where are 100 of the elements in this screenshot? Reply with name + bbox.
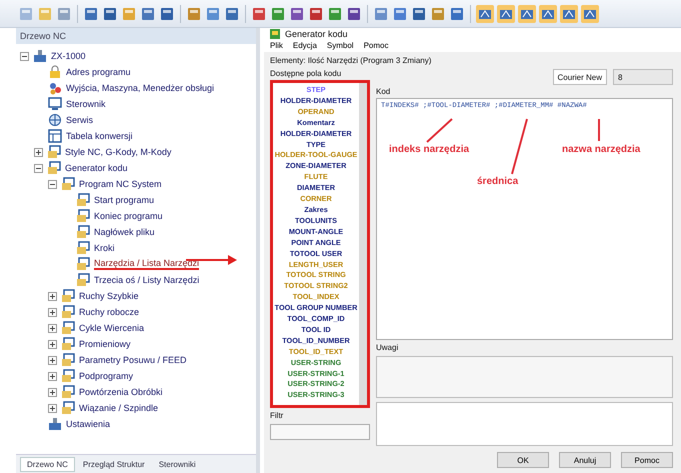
toolbar-tool-icon[interactable] xyxy=(560,4,578,22)
dialog-button[interactable]: Pomoc xyxy=(621,452,673,468)
font-dropdown[interactable]: Courier New xyxy=(552,69,607,85)
expand-icon[interactable] xyxy=(34,148,43,156)
tree-item[interactable]: Start programu xyxy=(94,195,154,205)
tree-item[interactable]: Generator kodu xyxy=(65,163,128,173)
folder-icon xyxy=(76,241,90,255)
tree-item[interactable]: Cykle Wiercenia xyxy=(79,323,144,333)
collapse-icon[interactable] xyxy=(34,164,43,172)
expand-icon[interactable] xyxy=(48,324,57,332)
toolbar-tool-icon[interactable] xyxy=(270,6,286,22)
dialog-button[interactable]: Anuluj xyxy=(559,452,611,468)
menu-item[interactable]: Edycja xyxy=(292,41,317,50)
people-icon xyxy=(48,81,62,95)
menu-item[interactable]: Plik xyxy=(270,41,283,50)
toolbar-tool-icon[interactable] xyxy=(251,6,267,22)
tree-item[interactable]: Narzędzia / Lista Narzędzi xyxy=(94,258,200,270)
tree-item[interactable]: Sterownik xyxy=(66,99,106,109)
toolbar-tool-icon[interactable] xyxy=(581,4,599,22)
machine-icon xyxy=(33,49,47,63)
toolbar-tool-icon[interactable] xyxy=(308,6,324,22)
tree-item[interactable]: Style NC, G-Kody, M-Kody xyxy=(65,147,172,157)
folder-icon xyxy=(61,321,75,335)
window-title: Generator kodu xyxy=(285,28,348,38)
filter-field[interactable] xyxy=(270,424,370,440)
toolbar-tool-icon[interactable] xyxy=(346,6,362,22)
notes-label: Uwagi xyxy=(376,343,400,352)
folder-icon xyxy=(61,369,75,383)
tree-item[interactable]: Tabela konwersji xyxy=(66,131,133,141)
panel-tab[interactable]: Przegląd Struktur xyxy=(76,457,151,472)
tree-item[interactable]: Kroki xyxy=(94,243,115,253)
annotation-label: nazwa narzędzia xyxy=(562,144,640,155)
toolbar-tool-icon[interactable] xyxy=(476,4,494,22)
tree-item[interactable]: Program NC System xyxy=(79,179,162,189)
tree-item[interactable]: Serwis xyxy=(66,115,94,125)
panel-tab[interactable]: Sterowniki xyxy=(152,457,202,472)
globe-icon xyxy=(48,113,62,127)
folder-icon xyxy=(47,161,61,175)
toolbar-tool-icon[interactable] xyxy=(518,4,536,22)
tree-item[interactable]: ZX-1000 xyxy=(51,51,86,61)
toolbar-tool-icon[interactable] xyxy=(205,6,221,22)
toolbar-tool-icon[interactable] xyxy=(289,6,305,22)
tree-item[interactable]: Nagłówek pliku xyxy=(94,227,155,237)
text-field[interactable] xyxy=(376,402,673,446)
expand-icon[interactable] xyxy=(48,292,57,300)
expand-icon[interactable] xyxy=(48,388,57,396)
expand-icon[interactable] xyxy=(48,372,57,380)
folder-icon xyxy=(61,305,75,319)
toolbar-tool-icon[interactable] xyxy=(497,4,515,22)
folder-icon xyxy=(61,337,75,351)
folder-icon xyxy=(76,225,90,239)
toolbar-tool-icon[interactable] xyxy=(539,4,557,22)
expand-icon[interactable] xyxy=(48,356,57,364)
toolbar-tool-icon[interactable] xyxy=(83,6,99,22)
leader-line xyxy=(598,119,600,141)
folder-icon xyxy=(61,177,75,191)
folder-icon xyxy=(47,145,61,159)
toolbar-tool-icon[interactable] xyxy=(140,6,156,22)
folder-icon xyxy=(76,273,90,287)
folder-icon xyxy=(76,193,90,207)
collapse-icon[interactable] xyxy=(20,52,29,60)
panel-tab[interactable]: Drzewo NC xyxy=(20,457,75,472)
menu-item[interactable]: Symbol xyxy=(326,41,354,50)
notes-field[interactable] xyxy=(376,356,673,398)
scrollbar[interactable] xyxy=(359,83,367,405)
tree-item[interactable]: Powtórzenia Obróbki xyxy=(79,387,163,397)
leader-line xyxy=(426,118,453,143)
toolbar-tool-icon[interactable] xyxy=(102,6,118,22)
toolbar-tool-icon[interactable] xyxy=(327,6,343,22)
folder-icon xyxy=(76,257,90,271)
tree-item[interactable]: Ustawienia xyxy=(66,419,110,429)
font-size-dropdown[interactable]: 8 xyxy=(613,69,673,85)
toolbar-tool-icon[interactable] xyxy=(449,6,465,22)
expand-icon[interactable] xyxy=(48,404,57,412)
leader-line xyxy=(511,118,528,174)
filter-label: Filtr xyxy=(270,411,284,420)
tree-item[interactable]: Podprogramy xyxy=(79,371,134,381)
toolbar-tool-icon[interactable] xyxy=(159,6,175,22)
folder-icon xyxy=(61,385,75,399)
tree-item[interactable]: Trzecia oś / Listy Narzędzi xyxy=(94,275,200,285)
folder-icon xyxy=(61,401,75,415)
tree-item[interactable]: Wyjścia, Maszyna, Menedżer obsługi xyxy=(66,83,214,93)
folder-icon xyxy=(76,209,90,223)
dialog-button[interactable]: OK xyxy=(497,452,549,468)
tree-item[interactable]: Adres programu xyxy=(66,67,131,77)
expand-icon[interactable] xyxy=(48,340,57,348)
tree-item[interactable]: Wiązanie / Szpindle xyxy=(79,403,158,413)
tree-item[interactable]: Ruchy Szybkie xyxy=(79,291,139,301)
toolbar-tool-icon[interactable] xyxy=(392,6,408,22)
folder-icon xyxy=(61,289,75,303)
tree-item[interactable]: Parametry Posuwu / FEED xyxy=(79,355,187,365)
toolbar-tool-icon[interactable] xyxy=(373,6,389,22)
toolbar-tool-icon[interactable] xyxy=(411,6,427,22)
tree-item[interactable]: Ruchy robocze xyxy=(79,307,140,317)
menu-item[interactable]: Pomoc xyxy=(364,41,388,50)
toolbar-tool-icon[interactable] xyxy=(224,6,240,22)
collapse-icon[interactable] xyxy=(48,180,57,188)
expand-icon[interactable] xyxy=(48,308,57,316)
tree-item[interactable]: Koniec programu xyxy=(94,211,163,221)
tree-item[interactable]: Promieniowy xyxy=(79,339,131,349)
